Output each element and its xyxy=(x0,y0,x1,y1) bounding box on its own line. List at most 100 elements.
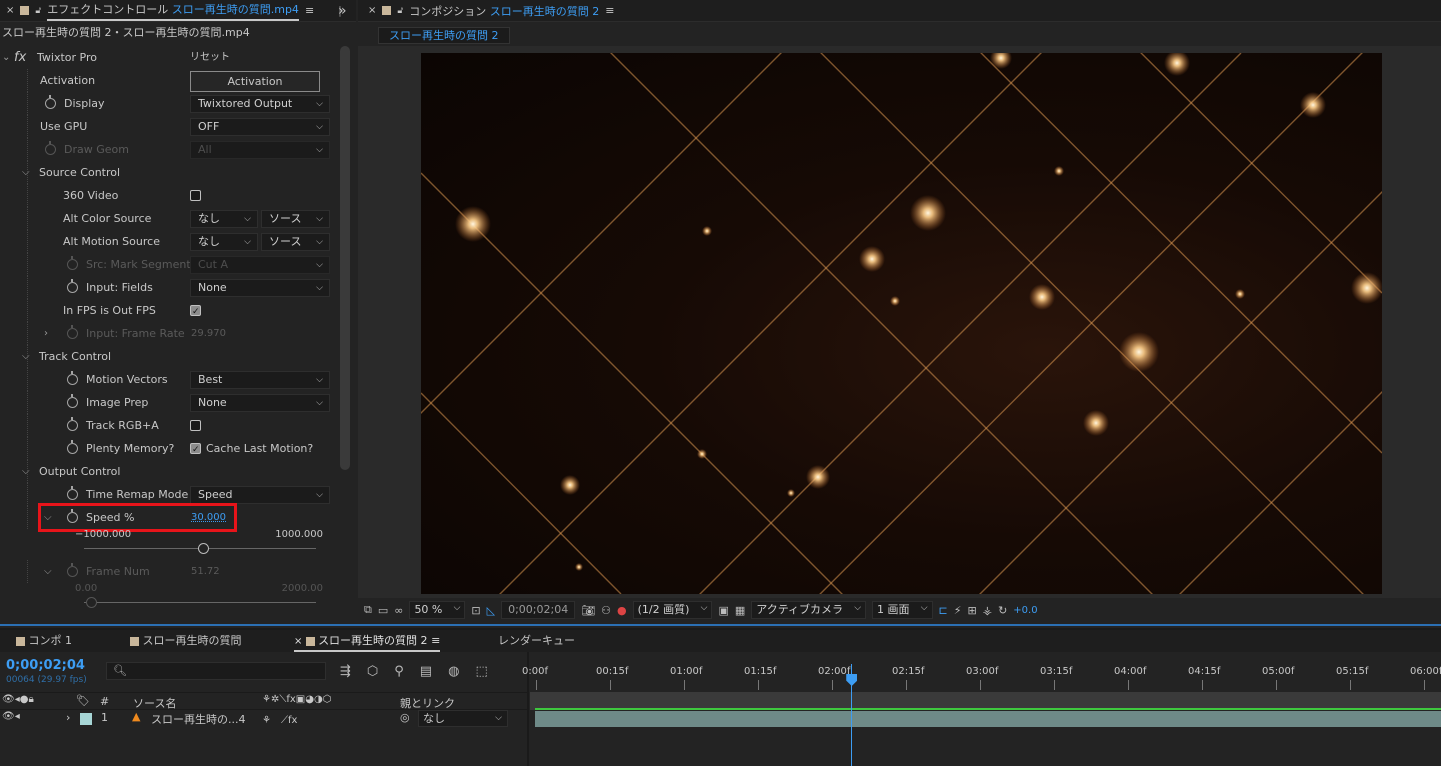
stopwatch-icon[interactable] xyxy=(45,95,56,109)
visibility-icon[interactable]: 👁︎◂ xyxy=(2,711,20,722)
slider-thumb[interactable] xyxy=(85,597,97,608)
property-row: Input: Fields None ⌵ xyxy=(0,276,337,299)
reset-exposure-icon[interactable]: ↻ xyxy=(998,604,1007,617)
draft-3d-icon[interactable]: ⬡ xyxy=(367,664,378,679)
region-icon[interactable]: ◺ xyxy=(487,604,495,617)
stopwatch-icon[interactable] xyxy=(67,394,78,408)
twirl-chevron-icon[interactable]: ⌵ xyxy=(22,460,30,483)
property-value[interactable]: 29.970 xyxy=(191,322,226,345)
property-checkbox[interactable] xyxy=(190,420,201,431)
layer-dropdown[interactable]: なし ⌵ xyxy=(190,233,258,251)
layer-name[interactable]: スロー再生時の...4 xyxy=(151,711,246,727)
property-dropdown[interactable]: None ⌵ xyxy=(190,279,330,297)
timeline-timecode[interactable]: 0;00;02;04 xyxy=(6,658,85,673)
overflow-chevron-icon[interactable]: » xyxy=(338,3,347,19)
exposure-value[interactable]: +0.0 xyxy=(1013,605,1037,616)
close-icon[interactable]: × xyxy=(368,5,376,16)
time-ruler[interactable]: 0:00f 00:15f 01:00f 01:15f 02:00f 02:15f 03:00… xyxy=(522,666,1441,692)
column-parent[interactable]: 親とリンク xyxy=(400,695,455,711)
graph-editor-icon[interactable]: ⬚ xyxy=(475,664,487,679)
monitor-icon[interactable]: ▭ xyxy=(378,604,388,617)
layer-dropdown[interactable]: なし ⌵ xyxy=(190,210,258,228)
menu-icon[interactable]: ≡ xyxy=(431,634,440,647)
timeline-tab[interactable]: × スロー再生時の質問 2 ≡ xyxy=(294,630,441,652)
property-checkbox[interactable] xyxy=(190,439,201,462)
slider-track[interactable] xyxy=(84,602,316,603)
timeline-search-input[interactable]: 🔍︎ xyxy=(106,662,326,680)
viewer-timecode[interactable]: 0;00;02;04 xyxy=(501,601,576,619)
lock-icon[interactable]: 🔓︎ xyxy=(35,6,41,16)
camera-icon[interactable]: 📷︎ xyxy=(581,604,595,617)
frame-blend-icon[interactable]: ▤ xyxy=(420,664,432,679)
column-source-name[interactable]: ソース名 xyxy=(133,695,176,711)
zoom-dropdown[interactable]: 50 % xyxy=(409,600,466,619)
source-dropdown[interactable]: ソース ⌵ xyxy=(261,210,330,228)
menu-icon[interactable]: ≡ xyxy=(605,4,614,17)
property-dropdown[interactable]: Speed ⌵ xyxy=(190,486,330,504)
parent-dropdown[interactable]: なし ⌵ xyxy=(418,710,508,727)
comp-breadcrumb[interactable]: スロー再生時の質問 2 xyxy=(378,27,510,44)
label-color[interactable] xyxy=(80,713,92,725)
color-channels-icon[interactable]: ● xyxy=(617,604,627,617)
slider-thumb[interactable] xyxy=(198,543,210,554)
motion-blur-icon[interactable]: ◍ xyxy=(448,664,459,679)
timeline-tab[interactable]: レンダーキュー xyxy=(498,630,575,652)
collapse-chevron-icon[interactable]: ⌄ xyxy=(2,46,10,69)
stopwatch-icon[interactable] xyxy=(67,325,78,339)
property-checkbox[interactable] xyxy=(190,190,201,201)
stopwatch-icon[interactable] xyxy=(67,417,78,431)
close-icon[interactable]: × xyxy=(294,636,306,647)
property-dropdown[interactable]: Best ⌵ xyxy=(190,371,330,389)
property-dropdown[interactable]: All ⌵ xyxy=(190,141,330,159)
layer-row[interactable]: 👁︎◂ › 1 ▲ スロー再生時の...4 ⚘ ⟋fx ◎ なし ⌵ xyxy=(0,710,527,728)
shy-icon[interactable]: ⚲ xyxy=(394,664,404,679)
timeline-tab[interactable]: スロー再生時の質問 xyxy=(130,630,242,652)
twirl-chevron-icon[interactable]: ⌵ xyxy=(44,560,52,583)
layer-bar[interactable] xyxy=(535,711,1441,727)
stopwatch-icon[interactable] xyxy=(67,563,78,577)
snapshot-icon[interactable]: ⚇ xyxy=(601,604,611,617)
3d-glasses-icon[interactable]: ∞ xyxy=(394,604,403,617)
fx-icon[interactable]: fx xyxy=(14,46,26,69)
views-dropdown[interactable]: 1 画面 xyxy=(872,600,933,619)
twirl-chevron-icon[interactable]: ⌵ xyxy=(22,161,30,184)
pickwhip-icon[interactable]: ◎ xyxy=(400,711,410,724)
twirl-chevron-icon[interactable]: › xyxy=(44,322,48,345)
property-dropdown[interactable]: Cut A ⌵ xyxy=(190,256,330,274)
tab-effect-controls[interactable]: エフェクトコントロール スロー再生時の質問.mp4 xyxy=(47,1,299,21)
activation-button[interactable]: Activation xyxy=(190,71,320,92)
twirl-chevron-icon[interactable]: ⌵ xyxy=(22,345,30,368)
fit-icon[interactable]: ⊡ xyxy=(471,604,480,617)
stopwatch-icon[interactable] xyxy=(67,486,78,500)
reset-link[interactable]: リセット xyxy=(190,46,230,69)
pixel-aspect-icon[interactable]: ⊏ xyxy=(939,604,948,617)
roi-icon[interactable]: ▣ xyxy=(718,604,728,617)
property-dropdown[interactable]: None ⌵ xyxy=(190,394,330,412)
stopwatch-icon[interactable] xyxy=(67,371,78,385)
comp-flow-icon[interactable]: ⇶ xyxy=(340,664,351,679)
transparency-grid-icon[interactable]: ▦ xyxy=(735,604,745,617)
always-preview-icon[interactable]: ⧉ xyxy=(364,603,372,617)
timeline-icon[interactable]: ⊞ xyxy=(968,604,977,617)
layer-switches[interactable]: ⚘ ⟋fx xyxy=(262,711,297,726)
stopwatch-icon[interactable] xyxy=(67,440,78,454)
camera-dropdown[interactable]: アクティブカメラ xyxy=(751,600,867,619)
timeline-tab[interactable]: コンポ 1 xyxy=(16,630,72,652)
lock-icon[interactable]: 🔓︎ xyxy=(397,6,403,16)
property-dropdown[interactable]: OFF ⌵ xyxy=(190,118,330,136)
property-dropdown[interactable]: Twixtored Output ⌵ xyxy=(190,95,330,113)
stopwatch-icon[interactable] xyxy=(67,279,78,293)
flowchart-icon[interactable]: ⚶ xyxy=(983,604,992,617)
expand-chevron-icon[interactable]: › xyxy=(66,711,70,724)
source-dropdown[interactable]: ソース ⌵ xyxy=(261,233,330,251)
property-checkbox[interactable] xyxy=(190,301,201,324)
resolution-dropdown[interactable]: (1/2 画質) xyxy=(632,600,713,619)
stopwatch-icon[interactable] xyxy=(67,256,78,270)
scrollbar[interactable] xyxy=(340,46,350,470)
close-icon[interactable]: × xyxy=(6,5,14,16)
tab-composition[interactable]: コンポジション スロー再生時の質問 2 xyxy=(409,3,599,19)
stopwatch-icon[interactable] xyxy=(45,141,56,155)
fast-preview-icon[interactable]: ⚡︎ xyxy=(954,604,962,617)
menu-icon[interactable]: ≡ xyxy=(305,4,314,17)
property-value[interactable]: 51.72 xyxy=(191,560,220,583)
